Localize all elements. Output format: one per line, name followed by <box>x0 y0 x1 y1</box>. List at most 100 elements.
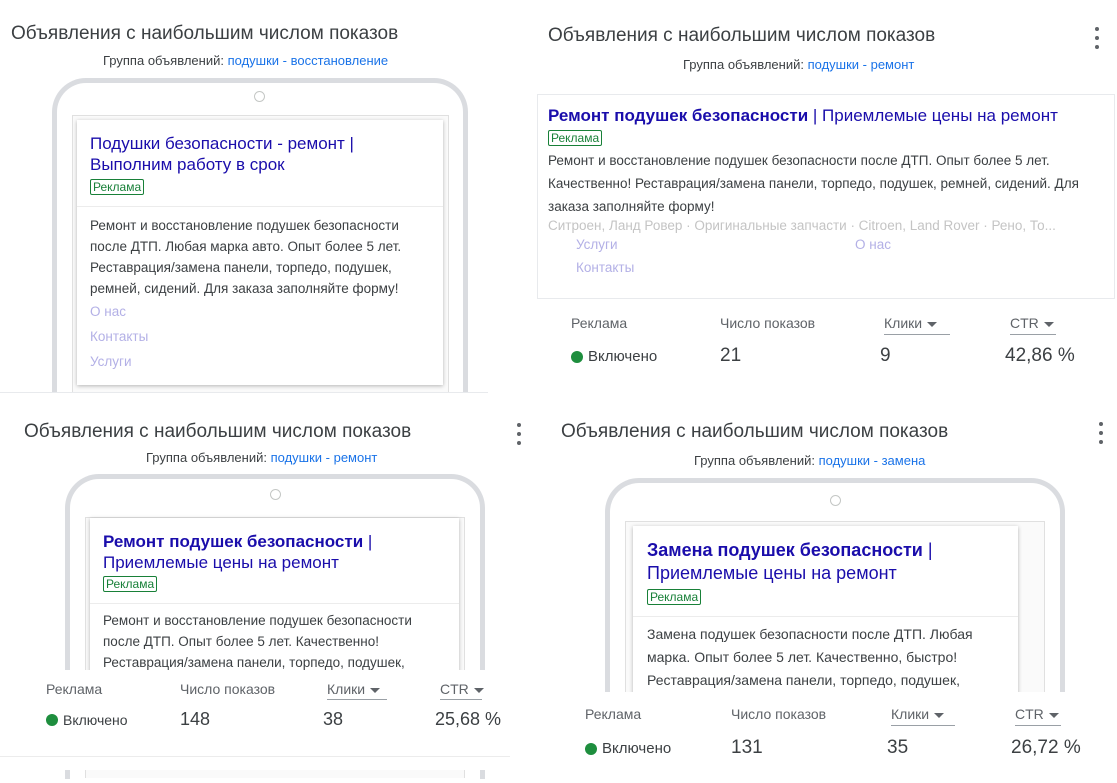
ad-headline[interactable]: Ремонт подушек безопасности | Приемлемые… <box>103 531 446 573</box>
ad-status[interactable]: Включено <box>585 740 671 757</box>
ad-group-label: Группа объявлений: <box>103 53 224 68</box>
ctr-value: 25,68 % <box>435 709 502 729</box>
clicks-value: 9 <box>880 345 891 366</box>
column-underline <box>884 334 950 335</box>
col-ctr-header[interactable]: CTR <box>1015 706 1059 722</box>
ad-headline[interactable]: Подушки безопасности - ремонт | Выполним… <box>90 133 430 175</box>
top-ads-card-4: Объявления с наибольшим числом показов Г… <box>545 400 1117 783</box>
ad-headline[interactable]: Ремонт подушек безопасности | Приемлемые… <box>548 105 1104 126</box>
status-dot-icon <box>585 742 597 755</box>
col-ctr-label: CTR <box>1010 315 1039 331</box>
column-underline <box>891 725 955 726</box>
ad-headline-separator: | <box>927 540 933 560</box>
card-title: Объявления с наибольшим числом показов <box>24 421 412 442</box>
sort-arrow-icon <box>370 687 381 693</box>
clicks-value: 35 <box>887 737 909 758</box>
ad-description: Ремонт и восстановление подушек безопасн… <box>103 613 412 670</box>
phone-camera <box>270 489 281 500</box>
col-ctr-header[interactable]: CTR <box>440 681 484 697</box>
ad-headline-separator: | <box>367 532 373 551</box>
ad-headline-line-2[interactable]: Выполним работу в срок <box>90 154 430 175</box>
column-underline <box>1010 334 1056 335</box>
ad-group-line: Группа объявлений: подушки - ремонт <box>146 450 377 465</box>
ctr-value: 26,72 % <box>1011 737 1081 758</box>
ad-badge: Реклама <box>548 130 603 146</box>
col-clicks-header[interactable]: Клики <box>327 681 381 697</box>
impressions-value: 131 <box>731 737 763 758</box>
ad-description: Замена подушек безопасности после ДТП. Л… <box>647 626 973 688</box>
col-clicks-label: Клики <box>327 681 366 697</box>
col-impressions-header: Число показов <box>720 315 816 331</box>
ad-preview[interactable]: Ремонт подушек безопасности | Приемлемые… <box>90 518 459 678</box>
clicks-value: 38 <box>323 709 344 729</box>
sitelink-contacts[interactable]: Контакты <box>90 324 430 349</box>
more-options-icon[interactable] <box>1094 27 1100 49</box>
ad-status[interactable]: Включено <box>46 712 128 728</box>
sitelink-contacts[interactable]: Контакты <box>576 256 634 279</box>
sitelink-about[interactable]: О нас <box>90 299 430 324</box>
impressions-value: 148 <box>180 709 211 729</box>
status-text: Включено <box>602 740 672 757</box>
stats-table: Реклама Число показов Клики CTR Включено… <box>0 670 530 770</box>
ad-headline-rest[interactable]: Приемлемые цены на ремонт <box>103 553 339 572</box>
status-text: Включено <box>63 712 128 728</box>
ad-headline-rest[interactable]: Приемлемые цены на ремонт <box>647 563 897 583</box>
ad-headline-rest[interactable]: Приемлемые цены на ремонт <box>822 106 1058 125</box>
ad-group-line: Группа объявлений: подушки - ремонт <box>683 57 914 72</box>
ad-badge: Реклама <box>90 179 145 195</box>
phone-camera <box>254 91 265 102</box>
ad-group-link[interactable]: подушки - замена <box>819 453 926 468</box>
ad-group-line: Группа объявлений: подушки - восстановле… <box>103 53 388 68</box>
ad-group-link[interactable]: подушки - восстановление <box>228 53 389 68</box>
status-text: Включено <box>588 348 658 365</box>
sitelink-services[interactable]: Услуги <box>90 349 430 374</box>
ad-description: Ремонт и восстановление подушек безопасн… <box>90 218 402 296</box>
top-ads-card-2: Объявления с наибольшим числом показов Г… <box>530 0 1117 392</box>
col-clicks-header[interactable]: Клики <box>891 706 945 722</box>
sort-arrow-icon <box>927 321 938 327</box>
ad-group-line: Группа объявлений: подушки - замена <box>694 453 925 468</box>
col-clicks-label: Клики <box>891 706 930 722</box>
col-clicks-header[interactable]: Клики <box>884 315 938 331</box>
divider <box>90 603 459 604</box>
ad-headline-bold[interactable]: Ремонт подушек безопасности <box>103 532 363 551</box>
ad-headline-separator: | <box>812 106 818 125</box>
sitelink-about[interactable]: О нас <box>855 233 891 256</box>
phone-camera <box>830 495 841 506</box>
col-ctr-header[interactable]: CTR <box>1010 315 1054 331</box>
status-dot-icon <box>571 350 583 363</box>
column-underline <box>440 699 482 700</box>
col-clicks-label: Клики <box>884 315 923 331</box>
ad-preview[interactable]: Подушки безопасности - ремонт | Выполним… <box>77 120 443 385</box>
column-underline <box>327 699 387 700</box>
card-title: Объявления с наибольшим числом показов <box>561 421 949 442</box>
col-impressions-header: Число показов <box>731 706 827 722</box>
sitelink-services[interactable]: Услуги <box>576 233 618 256</box>
col-ctr-label: CTR <box>1015 706 1044 722</box>
divider <box>0 756 510 757</box>
card-title: Объявления с наибольшим числом показов <box>11 23 399 44</box>
impressions-value: 21 <box>720 345 742 366</box>
col-impressions-header: Число показов <box>180 681 276 697</box>
ad-headline-bold[interactable]: Замена подушек безопасности <box>647 540 923 560</box>
ad-description: Ремонт и восстановление подушек безопасн… <box>548 153 1079 214</box>
ad-badge: Реклама <box>103 576 158 592</box>
col-ad-header: Реклама <box>571 315 628 331</box>
col-ad-header: Реклама <box>46 681 103 697</box>
more-options-icon[interactable] <box>516 423 522 445</box>
sort-arrow-icon <box>473 687 484 693</box>
ad-headline-line-1[interactable]: Подушки безопасности - ремонт | <box>90 133 430 154</box>
ad-preview[interactable]: Ремонт подушек безопасности | Приемлемые… <box>538 95 1114 298</box>
ad-group-link[interactable]: подушки - ремонт <box>271 450 378 465</box>
sort-arrow-icon <box>1048 712 1059 718</box>
ad-headline[interactable]: Замена подушек безопасности | Приемлемые… <box>647 539 1005 585</box>
ctr-value: 42,86 % <box>1005 345 1075 366</box>
more-options-icon[interactable] <box>1098 422 1104 444</box>
ad-status[interactable]: Включено <box>571 348 657 365</box>
ad-group-link[interactable]: подушки - ремонт <box>808 57 915 72</box>
stats-table: Реклама Число показов Клики CTR Включено… <box>545 692 1117 783</box>
ad-preview[interactable]: Замена подушек безопасности | Приемлемые… <box>633 526 1018 696</box>
divider <box>633 616 1018 617</box>
ad-headline-bold[interactable]: Ремонт подушек безопасности <box>548 106 808 125</box>
sort-arrow-icon <box>934 712 945 718</box>
